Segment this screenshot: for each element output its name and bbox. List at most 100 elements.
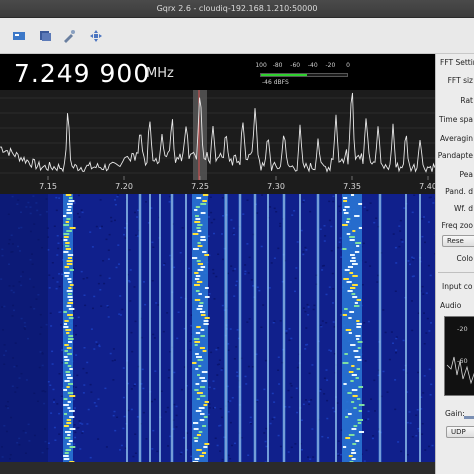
noise-pixel [114, 219, 116, 222]
udp-button[interactable]: UDP [446, 426, 474, 438]
signal-burst [200, 413, 205, 415]
signal-burst [192, 257, 198, 259]
signal-burst [201, 380, 207, 382]
noise-pixel [208, 216, 211, 218]
carrier-line [317, 194, 319, 462]
noise-pixel [145, 201, 147, 203]
noise-pixel [87, 408, 90, 411]
noise-pixel [168, 201, 171, 203]
signal-burst [196, 398, 200, 400]
noise-pixel [430, 322, 432, 324]
noise-pixel [371, 437, 374, 440]
noise-pixel [74, 407, 76, 409]
record-icon[interactable] [38, 29, 52, 43]
signal-burst [350, 344, 356, 346]
noise-pixel [83, 384, 86, 386]
signal-burst [69, 395, 76, 397]
signal-burst [193, 428, 199, 430]
signal-burst [347, 413, 352, 415]
noise-pixel [425, 292, 428, 294]
noise-pixel [373, 379, 376, 382]
signal-burst [66, 209, 71, 211]
signal-burst [67, 296, 73, 298]
noise-pixel [411, 211, 414, 214]
carrier-line [149, 194, 151, 462]
signal-burst [352, 284, 358, 286]
tools-icon[interactable] [62, 29, 76, 43]
freq-tick-label: 7.25 [191, 182, 209, 191]
signal-burst [351, 389, 358, 391]
noise-pixel [112, 379, 115, 381]
noise-pixel [287, 451, 290, 453]
signal-burst [63, 239, 68, 241]
device-config-icon[interactable] [12, 29, 26, 43]
noise-pixel [424, 449, 427, 451]
noise-pixel [308, 403, 311, 405]
noise-pixel [153, 337, 156, 339]
signal-burst [64, 344, 69, 346]
signal-burst [200, 203, 207, 205]
fullscreen-icon[interactable] [89, 29, 103, 43]
noise-pixel [113, 410, 116, 413]
noise-pixel [295, 267, 298, 269]
noise-pixel [399, 230, 402, 232]
noise-pixel [48, 274, 51, 276]
noise-pixel [277, 369, 280, 371]
noise-pixel [279, 225, 282, 227]
signal-burst [69, 197, 73, 199]
noise-pixel [291, 214, 294, 216]
frequency-unit: MHz [146, 66, 174, 81]
signal-burst [203, 446, 208, 448]
noise-pixel [175, 405, 178, 408]
noise-pixel [302, 253, 305, 256]
noise-pixel [75, 354, 78, 356]
noise-pixel [73, 443, 76, 445]
noise-pixel [304, 310, 307, 313]
noise-pixel [213, 298, 216, 300]
signal-burst [342, 362, 349, 364]
spectrum-plot[interactable]: 7.15 7.20 7.25 7.30 7.35 7.40 [0, 90, 435, 194]
noise-pixel [423, 312, 425, 314]
noise-pixel [85, 372, 88, 374]
signal-burst [344, 308, 348, 310]
signal-burst [63, 425, 69, 427]
signal-burst [351, 194, 355, 196]
carrier-line [159, 194, 161, 462]
signal-burst [69, 368, 73, 370]
noise-pixel [61, 349, 63, 351]
noise-pixel [50, 412, 53, 414]
signal-burst [198, 407, 205, 409]
signal-burst [357, 419, 363, 421]
noise-pixel [152, 333, 155, 336]
noise-pixel [262, 304, 265, 306]
signal-burst [197, 263, 204, 265]
frequency-display[interactable]: 7.249 900 [14, 60, 150, 88]
noise-pixel [116, 416, 119, 418]
signal-burst [63, 233, 70, 235]
signal-burst [200, 314, 206, 316]
signal-burst [357, 341, 363, 343]
gain-slider[interactable] [464, 416, 474, 419]
noise-pixel [58, 433, 61, 435]
waterfall-display[interactable] [0, 194, 435, 462]
freq-tick-label: 7.30 [267, 182, 285, 191]
noise-pixel [173, 371, 176, 374]
noise-pixel [271, 418, 274, 420]
signal-burst [67, 206, 72, 208]
noise-pixel [213, 218, 216, 221]
reset-button[interactable]: Rese [442, 235, 474, 247]
noise-pixel [132, 455, 135, 458]
noise-pixel [82, 392, 85, 394]
noise-pixel [250, 422, 252, 425]
noise-pixel [425, 332, 428, 334]
noise-pixel [74, 325, 77, 327]
noise-pixel [122, 427, 125, 430]
noise-pixel [97, 398, 100, 400]
noise-pixel [375, 217, 378, 219]
signal-burst [197, 245, 203, 247]
noise-pixel [119, 295, 122, 297]
noise-pixel [264, 440, 267, 443]
noise-pixel [325, 369, 328, 371]
noise-pixel [60, 237, 63, 240]
signal-burst [204, 401, 209, 403]
